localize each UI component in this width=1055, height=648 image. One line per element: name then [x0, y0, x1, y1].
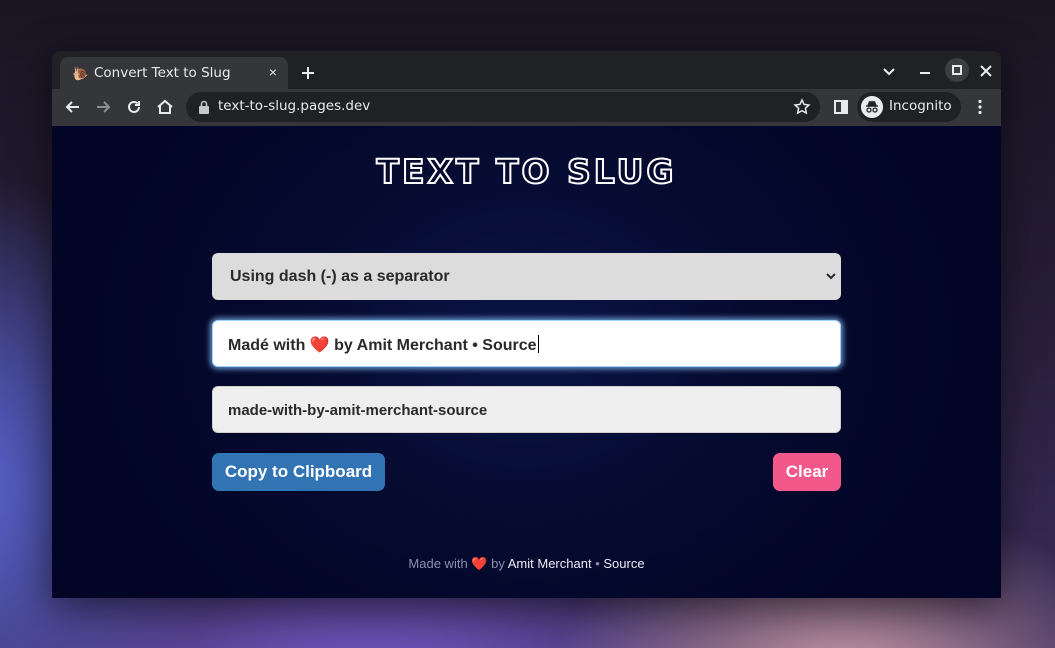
text-caret: [537, 335, 539, 353]
tab-close-icon[interactable]: ×: [265, 63, 281, 80]
side-panel-icon[interactable]: [831, 97, 851, 117]
new-tab-icon[interactable]: [298, 63, 318, 83]
incognito-badge[interactable]: Incognito: [857, 92, 961, 122]
address-bar[interactable]: text-to-slug.pages.dev: [186, 92, 820, 122]
back-arrow-icon[interactable]: [63, 97, 83, 117]
tab-title: Convert Text to Slug: [94, 65, 231, 81]
separator-select[interactable]: Using dash (-) as a separator: [212, 253, 841, 300]
page-content: Text to Slug Using dash (-) as a separat…: [52, 126, 1001, 598]
maximize-icon[interactable]: [944, 58, 970, 82]
snail-icon: 🐌: [72, 66, 89, 81]
kebab-menu-icon[interactable]: [970, 97, 990, 117]
reload-icon[interactable]: [124, 97, 144, 117]
browser-toolbar: text-to-slug.pages.dev Incognito: [52, 89, 1001, 126]
clear-button[interactable]: Clear: [773, 453, 841, 491]
lock-icon[interactable]: [198, 100, 210, 114]
footer-made-with: Made with: [408, 556, 468, 571]
source-link[interactable]: Source: [603, 556, 644, 571]
footer-by: by: [491, 556, 505, 571]
minimize-icon[interactable]: [914, 61, 936, 81]
separator-select-value: Using dash (-) as a separator: [230, 268, 450, 285]
text-input[interactable]: Madé with ❤️ by Amit Merchant • Source: [212, 320, 841, 367]
browser-window: 🐌 Convert Text to Slug × text-to-slug.pa…: [52, 51, 1001, 598]
bookmark-star-icon[interactable]: [793, 98, 811, 116]
incognito-label: Incognito: [889, 98, 952, 114]
slug-output-value: made-with-by-amit-merchant-source: [228, 402, 488, 419]
close-window-icon[interactable]: [975, 61, 997, 81]
slug-output[interactable]: made-with-by-amit-merchant-source: [212, 386, 841, 433]
tab-strip: 🐌 Convert Text to Slug ×: [52, 51, 1001, 89]
text-input-value: Madé with ❤️ by Amit Merchant • Source: [228, 335, 539, 354]
copy-to-clipboard-button[interactable]: Copy to Clipboard: [212, 453, 385, 491]
heart-icon: ❤️: [471, 556, 488, 571]
page-title: Text to Slug: [375, 151, 677, 192]
incognito-icon: [861, 96, 883, 118]
chevron-down-icon: [826, 273, 836, 280]
tab-search-chevron-icon[interactable]: [878, 61, 900, 81]
home-icon[interactable]: [155, 97, 175, 117]
footer: Made with ❤️ by Amit Merchant • Source: [52, 556, 1001, 572]
author-link[interactable]: Amit Merchant: [508, 556, 592, 571]
forward-arrow-icon[interactable]: [93, 97, 113, 117]
footer-separator: •: [595, 556, 600, 571]
url-text: text-to-slug.pages.dev: [218, 98, 371, 114]
browser-tab[interactable]: 🐌 Convert Text to Slug ×: [60, 57, 288, 89]
